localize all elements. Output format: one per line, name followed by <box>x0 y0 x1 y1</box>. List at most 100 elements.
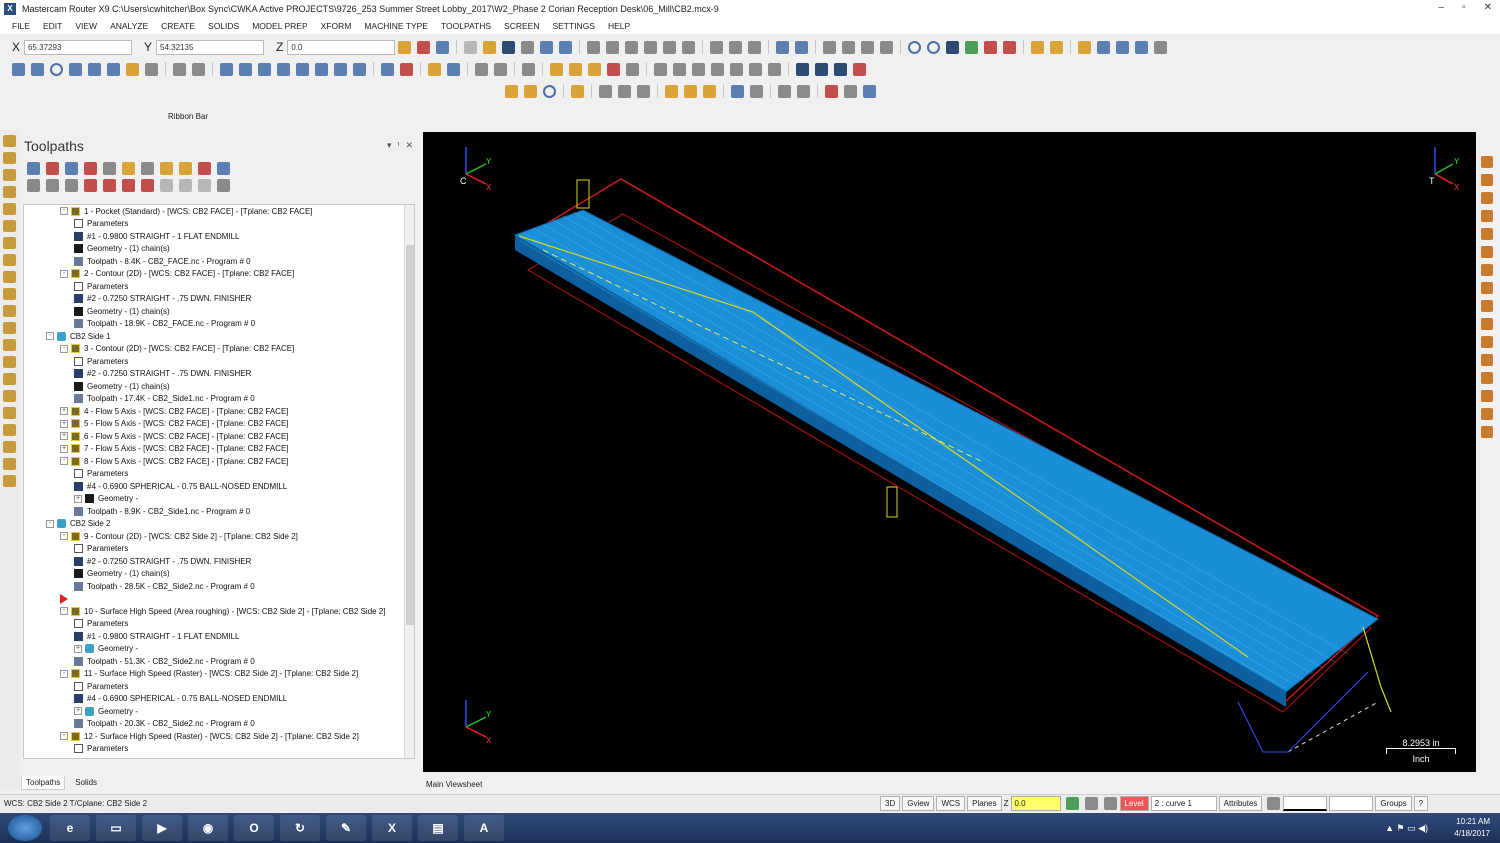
scroll-to-arrow-icon[interactable] <box>141 179 154 192</box>
tree-row[interactable]: Parameters <box>24 680 414 693</box>
tree-row[interactable]: Geometry - (1) chain(s) <box>24 568 414 581</box>
tree-row[interactable]: - 3 - Contour (2D) - [WCS: CB2 FACE] - [T… <box>24 343 414 356</box>
solid-sweep-icon[interactable] <box>588 62 601 76</box>
menu-edit[interactable]: EDIT <box>43 21 62 31</box>
surface-offset-icon[interactable] <box>711 62 724 76</box>
chrome-icon[interactable]: ◉ <box>188 815 228 841</box>
expand-collapse-icon[interactable] <box>198 179 211 192</box>
select-all-ops-icon[interactable] <box>27 162 40 175</box>
select-dirty-ops-icon[interactable] <box>65 162 78 175</box>
tree-row[interactable]: #2 - 0.7250 STRAIGHT - .75 DWN. FINISHER <box>24 368 414 381</box>
edge-select-icon[interactable] <box>797 84 810 98</box>
expand-toggle-icon[interactable]: + <box>74 707 82 716</box>
measure-icon[interactable] <box>1116 40 1130 54</box>
screen-grid-icon[interactable] <box>1154 40 1168 54</box>
attributes-button[interactable]: Attributes <box>1218 796 1263 811</box>
tree-row[interactable]: - CB2 Side 1 <box>24 330 414 343</box>
backplot-icon[interactable] <box>3 220 16 232</box>
analyze-distance-icon[interactable] <box>1481 192 1493 204</box>
tree-row[interactable]: Toolpath - 28.5K - CB2_Side2.nc - Progra… <box>24 580 414 593</box>
tree-row[interactable]: Parameters <box>24 743 414 756</box>
backside-icon[interactable] <box>1003 40 1017 54</box>
tree-row[interactable]: Parameters <box>24 468 414 481</box>
panel-help-icon[interactable] <box>217 162 230 175</box>
tree-row[interactable]: - 12 - Surface High Speed (Raster) - [WCS… <box>24 730 414 743</box>
window-select-icon[interactable] <box>599 84 612 98</box>
toolpath-face-icon[interactable] <box>853 62 866 76</box>
expand-toggle-icon[interactable]: + <box>60 419 68 428</box>
rotate-icon[interactable] <box>710 40 724 54</box>
analyze-contour-icon[interactable] <box>1481 246 1493 258</box>
tree-row[interactable]: Parameters <box>24 280 414 293</box>
expand-toggle-icon[interactable]: + <box>74 494 82 503</box>
menu-toolpaths[interactable]: TOOLPATHS <box>441 21 491 31</box>
offset-icon[interactable] <box>296 62 309 76</box>
leader-icon[interactable] <box>447 62 460 76</box>
trim-icon[interactable] <box>145 62 158 76</box>
tree-row[interactable]: Toolpath - 20.3K - CB2_Side2.nc - Progra… <box>24 718 414 731</box>
collapse-toggle-icon[interactable]: - <box>60 457 68 466</box>
menu-machine-type[interactable]: MACHINE TYPE <box>364 21 428 31</box>
panel-pin-button[interactable]: ᵗ <box>397 140 399 151</box>
analyze-icon[interactable] <box>1097 40 1111 54</box>
toggle-post-ops-icon[interactable] <box>65 179 78 192</box>
point-type-icon[interactable] <box>1267 797 1281 810</box>
properties-icon[interactable] <box>559 40 573 54</box>
tree-row[interactable]: Toolpath - 8.4K - CB2_FACE.nc - Program … <box>24 255 414 268</box>
tab-toolpaths[interactable]: Toolpaths <box>21 776 66 790</box>
dimension-icon[interactable] <box>381 62 394 76</box>
post-icon[interactable] <box>3 271 16 283</box>
wireframe-icon[interactable] <box>908 40 922 54</box>
isometric-view-icon[interactable] <box>880 40 894 54</box>
stock-setup-icon[interactable] <box>3 169 16 181</box>
wcs-button[interactable]: WCS <box>936 796 966 811</box>
solids-manager-icon[interactable] <box>1135 40 1149 54</box>
gview-button[interactable]: Gview <box>902 796 935 811</box>
tree-row[interactable]: #1 - 0.9800 STRAIGHT - 1 FLAT ENDMILL <box>24 230 414 243</box>
array-icon[interactable] <box>334 62 347 76</box>
print-icon[interactable] <box>521 40 535 54</box>
horizontal-dim-icon[interactable] <box>475 62 488 76</box>
tree-scrollbar[interactable] <box>404 205 414 758</box>
line-width-dropdown[interactable] <box>1329 796 1374 811</box>
solid-box-icon[interactable] <box>626 62 639 76</box>
shaded-edges-icon[interactable] <box>965 40 979 54</box>
solid-extrude-icon[interactable] <box>550 62 563 76</box>
collapse-toggle-icon[interactable]: - <box>60 532 68 541</box>
clear-selection-icon[interactable] <box>543 84 556 98</box>
tree-row[interactable]: Parameters <box>24 543 414 556</box>
close-button[interactable]: ✕ <box>1484 2 1492 13</box>
simulate-icon[interactable] <box>3 254 16 266</box>
tree-row[interactable]: Parameters <box>24 618 414 631</box>
collapse-toggle-icon[interactable]: - <box>60 207 68 216</box>
only-display-selected-icon[interactable] <box>160 179 173 192</box>
tree-scrollbar-thumb[interactable] <box>406 245 414 625</box>
level-icon[interactable] <box>1078 40 1092 54</box>
menu-help[interactable]: HELP <box>608 21 630 31</box>
analyze-area-icon[interactable] <box>1481 264 1493 276</box>
tree-row[interactable]: Toolpath - 18.9K - CB2_FACE.nc - Program… <box>24 318 414 331</box>
tree-row[interactable]: + Geometry - <box>24 705 414 718</box>
deselect-ops-icon[interactable] <box>46 162 59 175</box>
tree-row[interactable]: + Geometry - <box>24 493 414 506</box>
drafting-icon[interactable] <box>126 62 139 76</box>
collapse-toggle-icon[interactable]: - <box>60 732 68 741</box>
post-ops-icon[interactable] <box>179 162 192 175</box>
verify-ops-icon[interactable] <box>141 162 154 175</box>
tree-row[interactable]: - 11 - Surface High Speed (Raster) - [WCS… <box>24 668 414 681</box>
3d-button[interactable]: 3D <box>880 796 901 811</box>
tree-row[interactable]: Toolpath - 17.4K - CB2_Side1.nc - Progra… <box>24 393 414 406</box>
standard-select-icon[interactable] <box>844 84 857 98</box>
analyze-chain-icon[interactable] <box>1481 228 1493 240</box>
tree-row[interactable]: Parameters <box>24 218 414 231</box>
zoom-window-icon[interactable] <box>625 40 639 54</box>
tree-row[interactable]: - 10 - Surface High Speed (Area roughing)… <box>24 605 414 618</box>
toggle-display-icon[interactable] <box>3 339 16 351</box>
graphics-viewport[interactable]: C Y X T Y X Y X 8.2953 in Inch <box>423 132 1476 772</box>
verify-icon[interactable] <box>3 237 16 249</box>
menu-create[interactable]: CREATE <box>161 21 195 31</box>
analyze-draft-icon[interactable] <box>1481 408 1493 420</box>
system-clock[interactable]: 10:21 AM 4/18/2017 <box>1454 816 1490 840</box>
mask-surface-icon[interactable] <box>703 84 716 98</box>
insert-after-icon[interactable] <box>122 179 135 192</box>
